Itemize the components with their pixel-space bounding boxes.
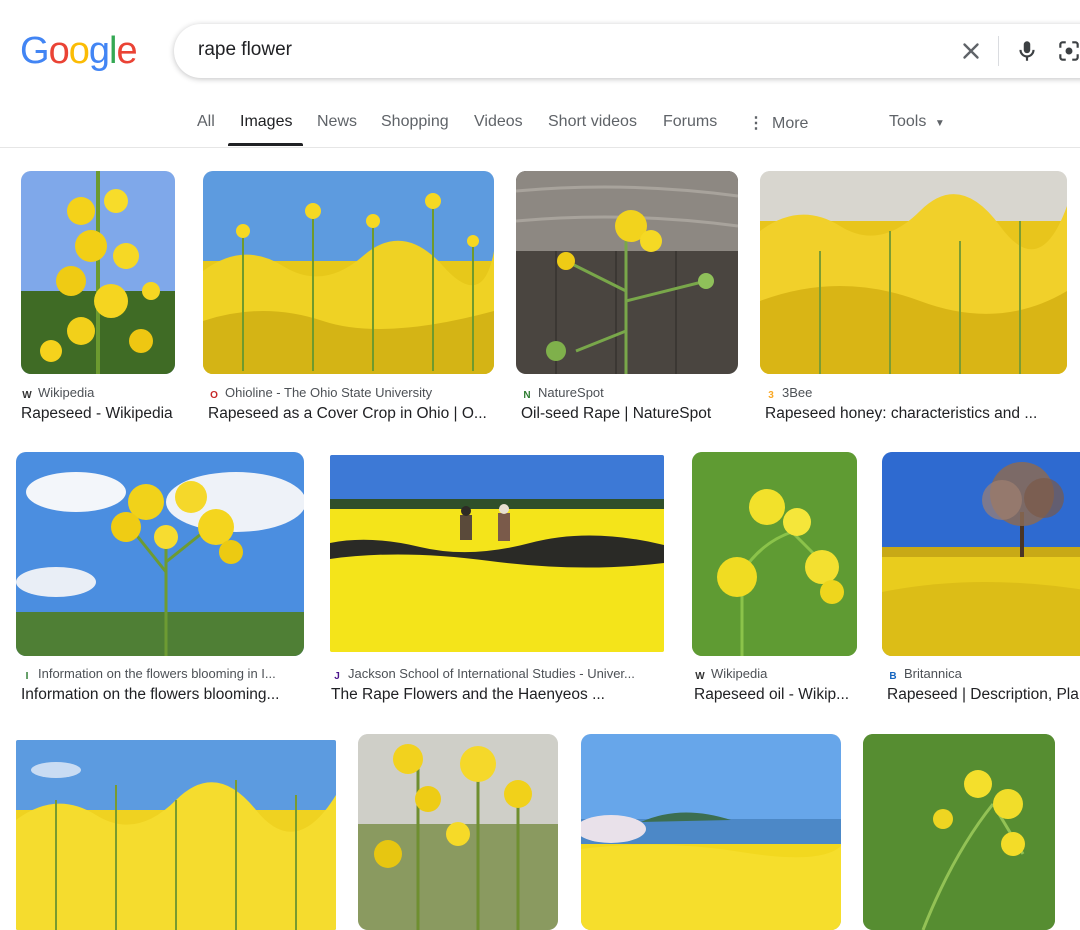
result-thumbnail[interactable] <box>16 452 304 656</box>
result-title[interactable]: Information on the flowers blooming... <box>21 686 306 704</box>
result-title[interactable]: Rapeseed - Wikipedia <box>21 405 191 423</box>
microphone-icon[interactable] <box>1014 38 1040 64</box>
tab-short-videos[interactable]: Short videos <box>548 113 637 131</box>
logo-letter: l <box>108 30 118 72</box>
result-title[interactable]: Rapeseed | Description, Pla <box>887 686 1080 704</box>
result-title[interactable]: Rapeseed oil - Wikip... <box>694 686 859 704</box>
result-source: W Wikipedia <box>21 385 181 402</box>
result-source-label: Britannica <box>904 666 962 681</box>
lens-icon[interactable] <box>1056 38 1080 64</box>
result-title[interactable]: Rapeseed honey: characteristics and ... <box>765 405 1065 423</box>
result-thumbnail[interactable] <box>16 740 336 930</box>
logo-letter: e <box>116 30 137 72</box>
result-source-label: Information on the flowers blooming in I… <box>38 666 276 681</box>
result-thumbnail[interactable] <box>692 452 857 656</box>
result-thumbnail[interactable] <box>516 171 738 374</box>
result-source: O Ohioline - The Ohio State University <box>208 385 493 402</box>
result-thumbnail[interactable] <box>21 171 175 374</box>
result-thumbnail[interactable] <box>863 734 1055 930</box>
search-box[interactable]: rape flower <box>174 24 1080 78</box>
3bee-icon: 3 <box>768 390 774 401</box>
search-divider <box>998 36 999 66</box>
result-title[interactable]: The Rape Flowers and the Haenyeos ... <box>331 686 661 704</box>
search-tabs: All Images News Shopping Videos Short vi… <box>0 96 1080 148</box>
result-source-label: Jackson School of International Studies … <box>348 666 635 681</box>
result-source: 3 3Bee <box>765 385 1065 402</box>
tab-shopping[interactable]: Shopping <box>381 113 449 131</box>
caret-down-icon: ▼ <box>934 118 945 129</box>
visitkorea-icon: I <box>25 671 29 682</box>
wikipedia-icon: W <box>695 671 705 682</box>
tab-forums[interactable]: Forums <box>663 113 717 131</box>
logo-letter: g <box>88 30 110 72</box>
result-source-label: 3Bee <box>782 385 813 400</box>
result-source: B Britannica <box>887 666 1080 683</box>
britannica-icon: B <box>889 671 897 682</box>
tools-label: Tools <box>889 113 927 130</box>
tab-videos[interactable]: Videos <box>474 113 523 131</box>
university-icon: J <box>334 671 340 682</box>
result-source: J Jackson School of International Studies… <box>331 666 661 683</box>
logo-letter: o <box>68 30 90 72</box>
result-thumbnail[interactable] <box>581 734 841 930</box>
result-source: W Wikipedia <box>694 666 859 683</box>
tab-all[interactable]: All <box>197 113 215 131</box>
result-thumbnail[interactable] <box>358 734 558 930</box>
more-vert-icon: ⋮ <box>748 115 764 132</box>
result-thumbnail[interactable] <box>203 171 494 374</box>
search-input[interactable]: rape flower <box>198 39 292 61</box>
result-title[interactable]: Rapeseed as a Cover Crop in Ohio | O... <box>208 405 493 423</box>
google-logo[interactable]: Google <box>20 30 138 72</box>
ohioline-icon: O <box>210 390 218 401</box>
result-thumbnail[interactable] <box>882 452 1080 656</box>
result-source: N NatureSpot <box>521 385 736 402</box>
result-source-label: Wikipedia <box>711 666 768 681</box>
result-source: I Information on the flowers blooming in … <box>21 666 306 683</box>
logo-letter: G <box>20 30 50 72</box>
close-icon[interactable] <box>958 38 984 64</box>
tab-news[interactable]: News <box>317 113 357 131</box>
result-source-label: NatureSpot <box>538 385 604 400</box>
tab-images[interactable]: Images <box>240 113 292 131</box>
tab-more[interactable]: ⋮ More <box>748 113 808 133</box>
result-thumbnail[interactable] <box>330 455 664 652</box>
result-source-label: Wikipedia <box>38 385 95 400</box>
naturespot-icon: N <box>523 390 531 401</box>
result-title[interactable]: Oil-seed Rape | NatureSpot <box>521 405 736 423</box>
logo-letter: o <box>48 30 70 72</box>
tools-button[interactable]: Tools ▼ <box>889 113 945 131</box>
tab-more-label: More <box>772 115 809 132</box>
result-source-label: Ohioline - The Ohio State University <box>225 385 433 400</box>
active-tab-indicator <box>228 143 303 146</box>
wikipedia-icon: W <box>22 390 32 401</box>
result-thumbnail[interactable] <box>760 171 1067 374</box>
